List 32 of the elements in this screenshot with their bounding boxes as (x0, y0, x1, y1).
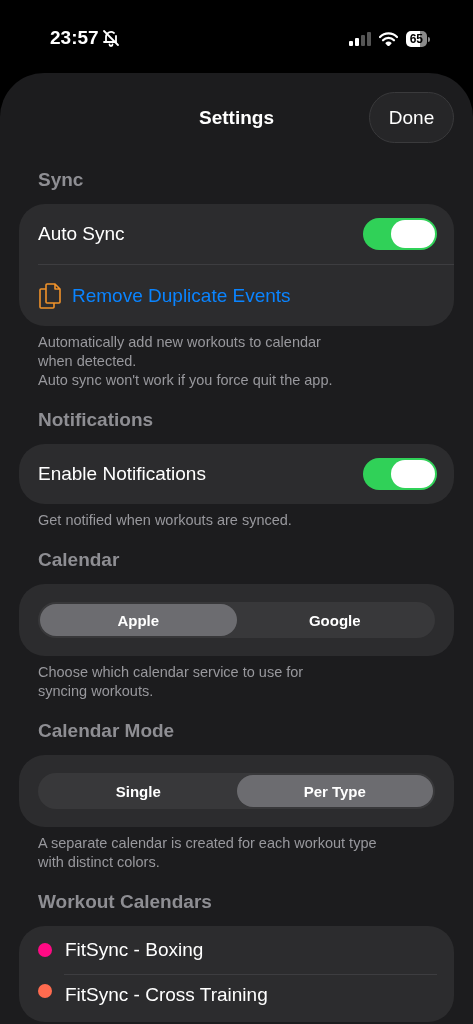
documents-icon (38, 282, 62, 309)
remove-duplicates-link[interactable]: Remove Duplicate Events (72, 284, 291, 307)
section-header: Sync (37, 168, 85, 192)
footer-text: syncing workouts. (38, 682, 155, 701)
section-header: Calendar (37, 548, 121, 572)
screen-title: Settings (199, 107, 274, 129)
row-label: Enable Notifications (38, 463, 206, 485)
footer-text: Auto sync won't work if you force quit the app. (38, 371, 334, 390)
calendar-name[interactable]: FitSync - Cross Training (65, 984, 268, 1006)
calendar-name[interactable]: FitSync - Boxing (65, 939, 204, 961)
toggle-switch[interactable] (363, 458, 437, 490)
row-label: Auto Sync (38, 223, 125, 245)
footer-text: when detected. (38, 352, 138, 371)
footer-text: A separate calendar is created for each workout type (38, 834, 378, 853)
muted-bell-icon (100, 28, 121, 48)
toggle-switch[interactable] (363, 218, 437, 250)
section-header: Workout Calendars (37, 890, 213, 914)
segment-option[interactable]: Google (236, 604, 433, 636)
status-time: 23:57 (50, 27, 99, 49)
segment-option[interactable]: Apple (40, 604, 237, 636)
wifi-icon (378, 32, 398, 46)
footer-text: Get notified when workouts are synced. (38, 511, 293, 530)
battery-level: 65 (405, 31, 427, 47)
done-button[interactable]: Done (369, 92, 454, 143)
segment-option[interactable]: Single (40, 775, 237, 807)
signal-icon (348, 32, 371, 46)
footer-text: Choose which calendar service to use for (38, 663, 305, 682)
footer-text: with distinct colors. (38, 853, 161, 872)
section-header: Calendar Mode (37, 719, 176, 743)
section-header: Notifications (37, 408, 155, 432)
segment-option[interactable]: Per Type (236, 775, 433, 807)
footer-text: Automatically add new workouts to calendar (38, 333, 322, 352)
